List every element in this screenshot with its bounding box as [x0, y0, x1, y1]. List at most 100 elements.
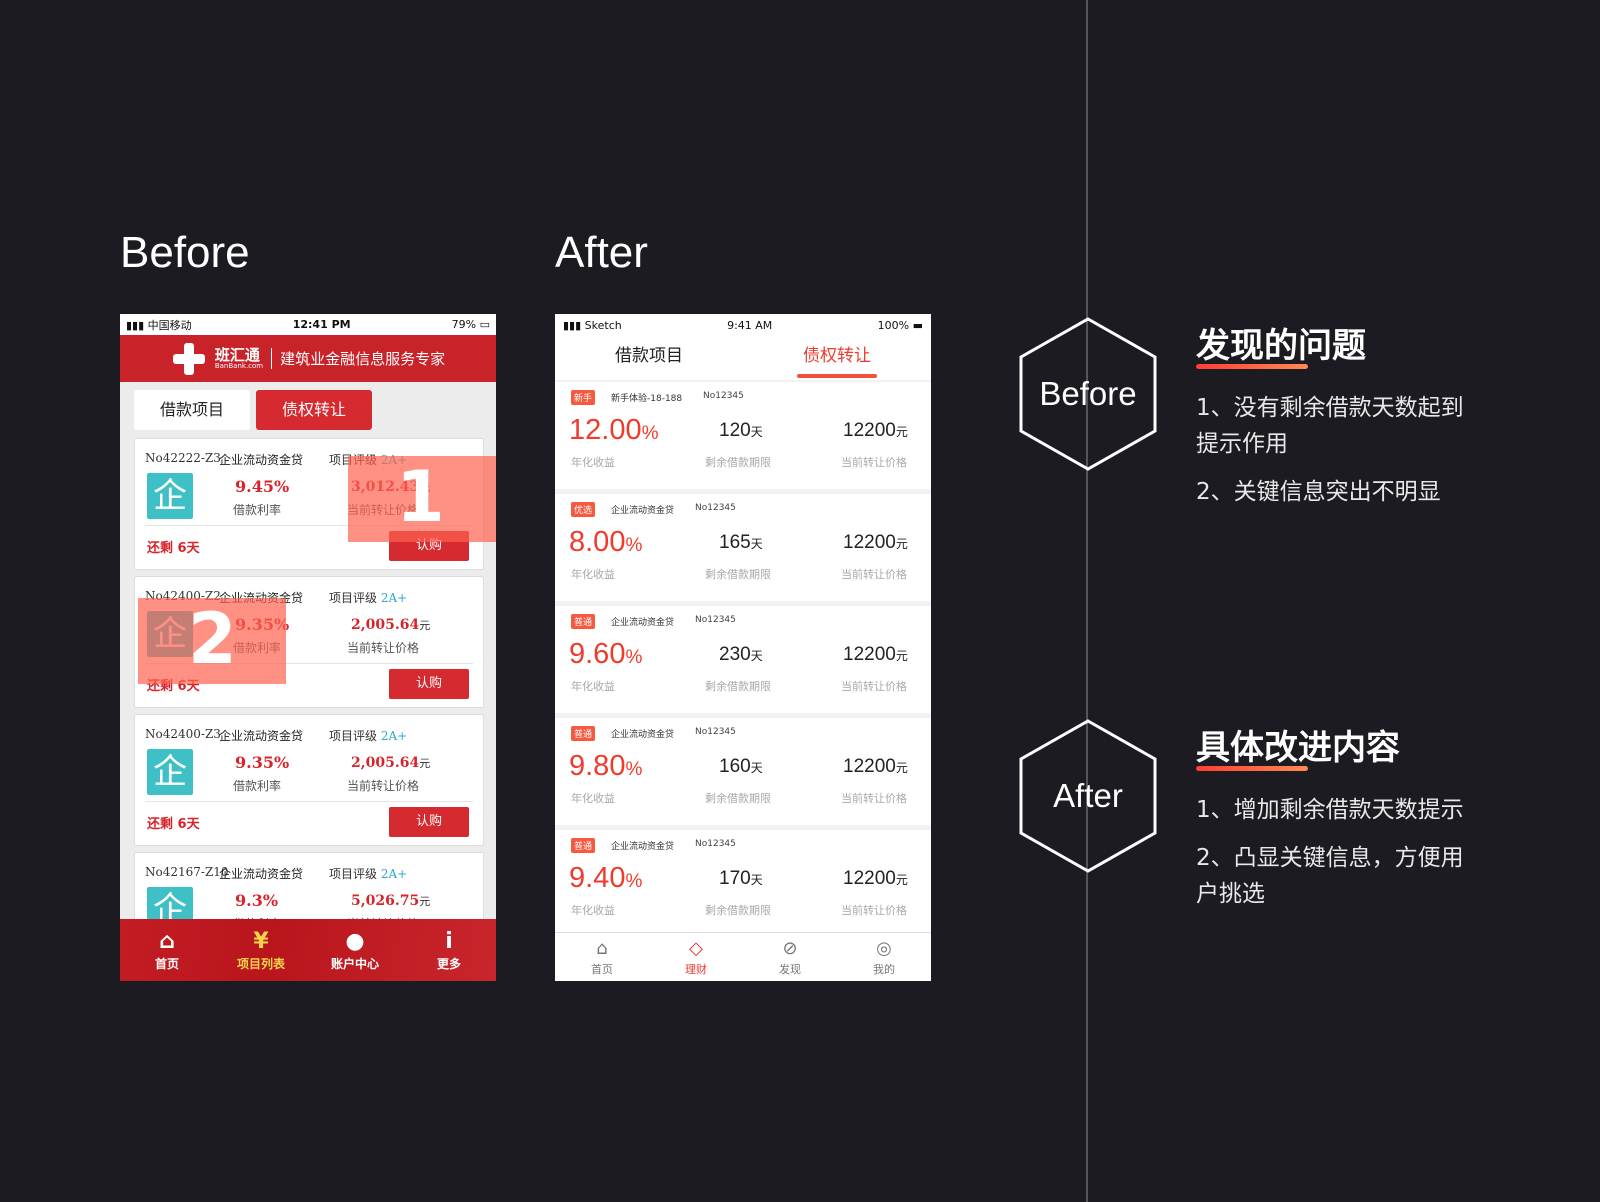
battery-label: 100% ▬ — [877, 318, 923, 332]
tab-debt-transfer[interactable]: 债权转让 — [256, 390, 372, 430]
improvements-underline — [1196, 766, 1308, 771]
status-bar: ▮▮▮ Sketch 9:41 AM 100% ▬ — [555, 314, 931, 336]
transfer-card[interactable]: 优选 企业流动资金贷 No12345 8.00% 年化收益 165天 剩余借款期限 12200… — [555, 494, 931, 601]
transfer-card[interactable]: 普通 企业流动资金贷 No12345 9.60% 年化收益 230天 剩余借款期限 12200… — [555, 606, 931, 713]
annual-yield-unit: % — [641, 423, 659, 444]
card-title: 企业流动资金贷 — [611, 506, 675, 516]
tab-item-0[interactable]: ⌂ 首页 — [120, 919, 214, 981]
transfer-price: 2,005.64元 — [351, 755, 430, 771]
tab-bar: 借款项目 债权转让 — [555, 336, 931, 380]
annual-yield-value: 8.00 — [569, 526, 626, 558]
remaining-term-label: 剩余借款期限 — [705, 680, 771, 693]
transfer-price-label: 当前转让价格 — [347, 641, 420, 655]
transfer-price-label: 当前转让价格 — [841, 680, 907, 693]
annual-yield-unit: % — [625, 535, 643, 556]
remaining-term: 170天 — [719, 868, 763, 890]
annual-yield-value: 9.80 — [569, 750, 626, 782]
highlight-box-1: 1 — [348, 456, 496, 542]
rating-value: 2A+ — [380, 591, 408, 605]
tab-loan-projects[interactable]: 借款项目 — [134, 390, 250, 430]
highlight-number-1: 1 — [396, 456, 445, 538]
annual-yield-unit: % — [625, 759, 643, 780]
transfer-price-label: 当前转让价格 — [841, 456, 907, 469]
tab-item-0[interactable]: ⌂ 首页 — [555, 933, 649, 981]
rating-value: 2A+ — [380, 867, 408, 881]
logo-en: BanBank.com — [214, 361, 264, 370]
remaining-term: 120天 — [719, 420, 763, 442]
rating-value: 2A+ — [380, 729, 408, 743]
transfer-card[interactable]: 普通 企业流动资金贷 No12345 9.80% 年化收益 160天 剩余借款期限 12200… — [555, 718, 931, 825]
tab-item-2[interactable]: ⊘ 发现 — [743, 933, 837, 981]
annual-yield-value: 12.00 — [569, 414, 642, 446]
enterprise-icon: 企 — [147, 473, 193, 519]
annual-yield: 8.00% — [569, 526, 642, 559]
transfer-card[interactable]: 新手 新手体验-18-188 No12345 12.00% 年化收益 120天 剩余借款期限… — [555, 382, 931, 489]
enterprise-icon: 企 — [147, 749, 193, 795]
tab-item-1[interactable]: ◇ 理财 — [649, 933, 743, 981]
remaining-term-unit: 天 — [750, 649, 763, 663]
home-icon: ⌂ — [159, 929, 175, 954]
card-number: No12345 — [703, 391, 744, 401]
subscribe-button[interactable]: 认购 — [389, 807, 469, 837]
slogan: 建筑业金融信息服务专家 — [271, 348, 445, 369]
transfer-price-unit: 元 — [895, 537, 908, 551]
annual-yield-label: 年化收益 — [571, 568, 615, 581]
after-hexagon-label: After — [1053, 777, 1123, 814]
transfer-price: 12200元 — [843, 420, 908, 442]
before-hexagon-label: Before — [1039, 375, 1137, 412]
tab-item-2[interactable]: ● 账户中心 — [308, 919, 402, 981]
annual-yield-label: 年化收益 — [571, 456, 615, 469]
transfer-price-value: 12200 — [843, 756, 896, 777]
tab-item-1[interactable]: ¥ 项目列表 — [214, 919, 308, 981]
annual-yield: 9.40% — [569, 862, 642, 895]
remaining-term-label: 剩余借款期限 — [705, 568, 771, 581]
card-title: 企业流动资金贷 — [611, 618, 675, 628]
logo-cn: 班汇通 — [214, 345, 260, 364]
money-bag-icon: ¥ — [253, 929, 269, 954]
annual-yield-label: 年化收益 — [571, 680, 615, 693]
carrier-label: ▮▮▮ Sketch — [563, 318, 622, 332]
project-rating: 项目评级 2A+ — [329, 865, 407, 882]
tab-label: 更多 — [436, 957, 461, 971]
transfer-price-unit: 元 — [419, 895, 431, 908]
tab-label: 发现 — [779, 963, 801, 976]
app-header: 班汇通 BanBank.com 建筑业金融信息服务专家 — [120, 335, 496, 382]
loan-rate: 9.35% — [235, 753, 290, 772]
loan-rate: 9.45% — [235, 477, 290, 496]
improvement-item-2: 2、凸显关键信息，方便用户挑选 — [1196, 845, 1464, 907]
annual-yield-unit: % — [625, 647, 643, 668]
annual-yield: 12.00% — [569, 414, 658, 447]
card-badge: 优选 — [571, 502, 596, 517]
remaining-days: 还剩 6天 — [147, 817, 200, 832]
project-type: 企业流动资金贷 — [219, 867, 304, 881]
logo: 班汇通 BanBank.com — [214, 345, 264, 370]
annual-yield-value: 9.40 — [569, 862, 626, 894]
tab-item-3[interactable]: ◎ 我的 — [837, 933, 931, 981]
project-number: No42400-Z3 — [145, 727, 221, 741]
finance-icon: ◇ — [689, 938, 703, 959]
status-time: 9:41 AM — [727, 318, 773, 332]
improvements-title: 具体改进内容 — [1196, 728, 1400, 768]
transfer-price-value: 2,005.64 — [351, 617, 420, 633]
tab-label: 首页 — [591, 963, 613, 976]
tab-loan-projects[interactable]: 借款项目 — [555, 336, 743, 380]
project-rating: 项目评级 2A+ — [329, 727, 407, 744]
card-badge: 普通 — [571, 726, 596, 741]
annual-yield: 9.80% — [569, 750, 642, 783]
tab-item-3[interactable]: ⅰ 更多 — [402, 919, 496, 981]
transfer-price-unit: 元 — [419, 619, 431, 632]
tab-debt-transfer[interactable]: 债权转让 — [743, 336, 931, 380]
transfer-price-label: 当前转让价格 — [841, 568, 907, 581]
rating-label: 项目评级 — [329, 867, 378, 881]
subscribe-button[interactable]: 认购 — [389, 669, 469, 699]
rating-label: 项目评级 — [329, 591, 378, 605]
card-number: No12345 — [695, 503, 736, 513]
carrier-label: ▮▮▮ 中国移动 — [126, 318, 192, 332]
remaining-term-label: 剩余借款期限 — [705, 792, 771, 805]
loan-rate: 9.3% — [235, 891, 279, 910]
after-heading: After — [555, 228, 648, 277]
transfer-card[interactable]: 普通 企业流动资金贷 No12345 9.40% 年化收益 170天 剩余借款期限 12200… — [555, 830, 931, 937]
project-type: 企业流动资金贷 — [219, 453, 304, 467]
transfer-price-unit: 元 — [895, 761, 908, 775]
project-card[interactable]: No42400-Z3 企业流动资金贷 项目评级 2A+ 企 9.35% 借款利率 2,005… — [134, 714, 484, 846]
